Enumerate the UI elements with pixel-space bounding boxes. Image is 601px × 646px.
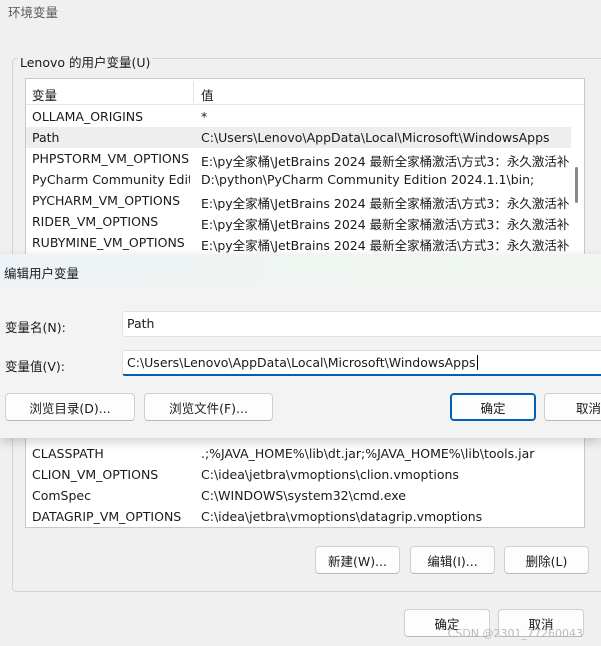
table-row[interactable]: PyCharm Community Editi... D:\python\PyC… [26,169,571,190]
dialog-cancel-button[interactable]: 取消 [544,393,601,421]
row-name: RUBYMINE_VM_OPTIONS [32,235,185,250]
table-row[interactable]: PHPSTORM_VM_OPTIONS E:\py全家桶\JetBrains 2… [26,148,571,169]
dialog-title: 编辑用户变量 [4,266,80,281]
table-row[interactable]: CLASSPATH .;%JAVA_HOME%\lib\dt.jar;%JAVA… [26,443,571,464]
user-vars-group-label: Lenovo 的用户变量(U) [18,52,153,71]
row-value: C:\idea\jetbra\vmoptions\clion.vmoptions [201,467,459,482]
row-value: E:\py全家桶\JetBrains 2024 最新全家桶激活\方式3：永久激活… [201,217,569,232]
dialog-ok-button[interactable]: 确定 [450,393,536,421]
new-button[interactable]: 新建(W)... [315,546,400,574]
table-row[interactable]: CLION_VM_OPTIONS C:\idea\jetbra\vmoption… [26,464,571,485]
edit-button[interactable]: 编辑(I)... [410,546,495,574]
row-name: PyCharm Community Editi... [32,172,190,187]
row-name: CLION_VM_OPTIONS [32,467,159,482]
row-value: E:\py全家桶\JetBrains 2024 最新全家桶激活\方式3：永久激活… [201,154,569,169]
scrollbar-thumb[interactable] [575,167,578,203]
variable-value-label: 变量值(V): [5,359,66,374]
user-vars-list[interactable]: 变量 值 OLLAMA_ORIGINS * Path C:\Users\Leno… [25,78,585,258]
row-name: DATAGRIP_VM_OPTIONS [32,509,182,524]
table-row[interactable]: ComSpec C:\WINDOWS\system32\cmd.exe [26,485,571,506]
browse-directory-button[interactable]: 浏览目录(D)... [5,393,135,421]
table-row[interactable]: DATAGRIP_VM_OPTIONS C:\idea\jetbra\vmopt… [26,506,571,527]
text-caret [476,355,478,370]
row-value: * [201,109,208,124]
window-title: 环境变量 [8,5,59,20]
row-name: Path [32,130,60,145]
variable-value-input[interactable]: C:\Users\Lenovo\AppData\Local\Microsoft\… [122,350,601,376]
variable-name-label: 变量名(N): [5,320,66,335]
row-value: E:\py全家桶\JetBrains 2024 最新全家桶激活\方式3：永久激活… [201,196,569,211]
row-value: C:\WINDOWS\system32\cmd.exe [201,488,406,503]
variable-value-text: C:\Users\Lenovo\AppData\Local\Microsoft\… [127,355,476,370]
table-row[interactable]: RIDER_VM_OPTIONS E:\py全家桶\JetBrains 2024… [26,211,571,232]
column-header-value[interactable]: 值 [201,85,214,104]
dialog-titlebar[interactable]: 编辑用户变量 [0,254,601,286]
column-divider[interactable] [193,81,194,103]
row-name: CLASSPATH [32,446,104,461]
row-value: D:\python\PyCharm Community Edition 2024… [201,172,535,187]
system-vars-list[interactable]: CLASSPATH .;%JAVA_HOME%\lib\dt.jar;%JAVA… [25,434,585,528]
delete-button[interactable]: 删除(L) [504,546,589,574]
row-value: .;%JAVA_HOME%\lib\dt.jar;%JAVA_HOME%\lib… [201,446,535,461]
table-row[interactable]: PYCHARM_VM_OPTIONS E:\py全家桶\JetBrains 20… [26,190,571,211]
row-name: PHPSTORM_VM_OPTIONS [32,151,190,166]
list-header: 变量 值 [26,79,584,105]
column-header-name[interactable]: 变量 [32,85,57,104]
row-value: C:\Users\Lenovo\AppData\Local\Microsoft\… [201,130,550,145]
row-value: E:\py全家桶\JetBrains 2024 最新全家桶激活\方式3：永久激活… [201,238,569,253]
table-row-selected[interactable]: Path C:\Users\Lenovo\AppData\Local\Micro… [26,127,571,148]
edit-variable-dialog: 编辑用户变量 变量名(N): Path 变量值(V): C:\Users\Len… [0,254,601,438]
table-row[interactable]: RUBYMINE_VM_OPTIONS E:\py全家桶\JetBrains 2… [26,232,571,253]
watermark: CSDN @2301_77260043 [447,627,583,640]
row-name: ComSpec [32,488,91,503]
row-name: RIDER_VM_OPTIONS [32,214,159,229]
row-name: OLLAMA_ORIGINS [32,109,144,124]
row-value: C:\idea\jetbra\vmoptions\datagrip.vmopti… [201,509,483,524]
vertical-scrollbar[interactable] [571,105,583,257]
row-name: PYCHARM_VM_OPTIONS [32,193,181,208]
browse-file-button[interactable]: 浏览文件(F)... [144,393,273,421]
variable-name-input[interactable]: Path [122,311,601,337]
table-row[interactable]: OLLAMA_ORIGINS * [26,106,571,127]
